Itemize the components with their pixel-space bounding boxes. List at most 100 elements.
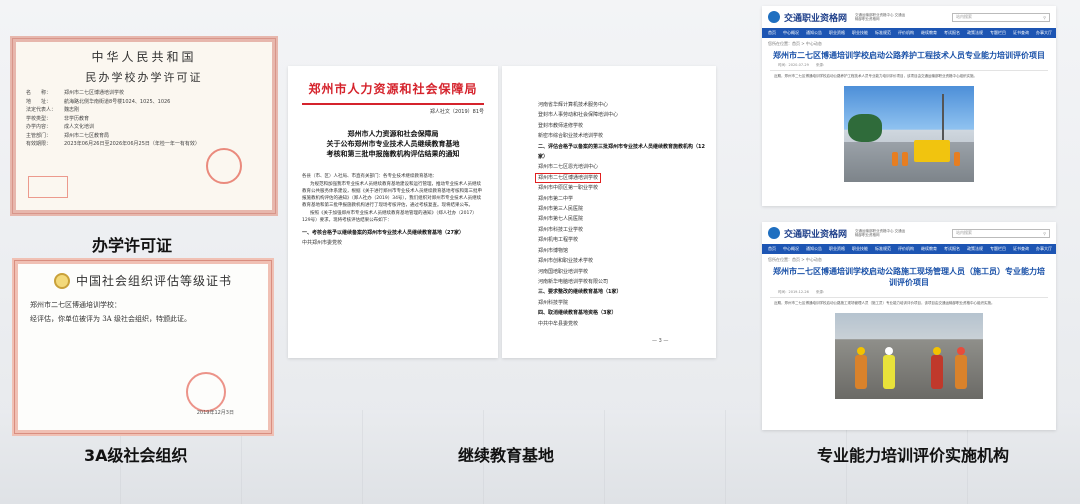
permit-row: 名 称： 郑州市二七区博通培训学校: [26, 89, 262, 98]
tree-shape: [848, 114, 882, 142]
search-placeholder: 站内搜索: [956, 230, 972, 235]
worker-shape: [955, 355, 967, 389]
nav-item[interactable]: 职业资格: [829, 246, 845, 252]
notice-section-heading: 一、考核合格予以继续备案的郑州市专业技术人员继续教育基地（27家）: [302, 230, 464, 236]
site-brand: 交通职业资格网: [784, 229, 848, 240]
permit-row-label: 有效期限：: [26, 141, 52, 147]
nav-item[interactable]: 政策法规: [967, 246, 983, 252]
notice-paragraph: 按照《关于加强郑州市专业技术人员继续教育基地管理的通知》（郑人社办（2017）1…: [302, 211, 477, 223]
list-item: 郑州市创和职业技术学校: [538, 256, 706, 266]
page-number: — 3 —: [652, 338, 669, 344]
permit-row-value: 2023年06月26日至2026年06月25日（年检一年一有有效）: [64, 141, 200, 147]
list-item-text: 郑州市中原区第一职业学校: [538, 185, 599, 192]
list-item-text: 郑州市第二中学: [538, 195, 574, 202]
list-item-text: 郑州市第七人民医院: [538, 216, 584, 223]
breadcrumb: 您所在位置：首页 > 中心动态: [768, 257, 822, 262]
nav-item[interactable]: 继续教育: [921, 30, 937, 36]
worker-shape: [902, 152, 908, 166]
permit-row-value: 成人文化培训: [64, 124, 95, 130]
nav-item[interactable]: 政策法规: [967, 30, 983, 36]
article-meta: 时间：2020-07-29 来源：: [770, 61, 1048, 71]
list-item: 河南省华辉计算机技术服务中心: [538, 100, 706, 110]
nav-item[interactable]: 中心概况: [783, 246, 799, 252]
nav-item[interactable]: 职业技能: [852, 246, 868, 252]
list-section-heading: 四、取消继续教育基地资格（3家）: [538, 308, 706, 318]
permit-row: 地 址： 航海路北侧华南街道8号楼1024、1025、1026: [26, 98, 262, 107]
notice-doc-number: 郑人社文（2019）81号: [429, 109, 484, 115]
web-article-maintenance: 交通职业资格网 交通运输部职业资格中心 交通运输部职业资格网 站内搜索 ⚲ 首页…: [762, 6, 1056, 206]
article-meta: 时间：2019-12-26 来源：: [770, 288, 1048, 298]
red-seal-icon: [206, 148, 242, 184]
list-item: 郑州市二七区博通培训学校: [535, 172, 706, 183]
nav-item[interactable]: 继续教育: [921, 246, 937, 252]
article-paragraph: 近期，郑州市二七区博通培训学校启动公路施工现场管理人员（施工员）专业能力培训评价…: [774, 301, 995, 305]
list-item-text: 中共中牟县委党校: [538, 320, 579, 327]
nav-item[interactable]: 职业技能: [852, 30, 868, 36]
cert3a-date: 2019年12月3日: [196, 410, 234, 416]
caption-permit: 办学许可证: [92, 236, 173, 255]
permit-row-label: 学校类型：: [26, 115, 52, 122]
nav-item[interactable]: 专题栏目: [990, 30, 1006, 36]
nav-item[interactable]: 评价机构: [898, 30, 914, 36]
notice-paragraph: 为规范和加强我市专业技术人员继续教育基地建设和运行管理，推动专业技术人员继续教育…: [302, 182, 482, 208]
caption-social-org: 3A级社会组织: [84, 446, 188, 465]
3a-social-org-certificate: 中国社会组织评估等级证书 郑州市二七区博通培训学校： 经评估，你单位被评为 3A…: [12, 258, 274, 436]
list-section-heading: 二、评估合格予以备案的第三批郑州市专业技术人员继续教育施教机构（12家）: [538, 142, 706, 163]
list-item: 郑州市中原区第一职业学校: [538, 183, 706, 193]
list-item: 郑州科技学院: [538, 298, 706, 308]
nav-item[interactable]: 首页: [768, 246, 776, 252]
worker-shape: [855, 355, 867, 389]
nav-item[interactable]: 证书查询: [1013, 246, 1029, 252]
permit-rows: 名 称： 郑州市二七区博通培训学校地 址： 航海路北侧华南街道8号楼1024、102…: [26, 89, 262, 149]
truck-shape: [914, 140, 950, 162]
nav-item[interactable]: 通知公告: [806, 30, 822, 36]
permit-row-label: 名 称：: [26, 90, 52, 96]
permit-row: 办学内容： 成人文化培训: [26, 123, 262, 132]
nav-item[interactable]: 标准规范: [875, 30, 891, 36]
nav-item[interactable]: 考试报名: [944, 246, 960, 252]
school-permit-certificate: 中华人民共和国 民办学校办学许可证 名 称： 郑州市二七区博通培训学校地 址： 航海…: [10, 36, 278, 216]
list-item-text: 四、取消继续教育基地资格（3家）: [538, 310, 617, 317]
notice-paragraph: 各县（市、区）人社局、市直有关部门：各专业技术继续教育基地：: [302, 174, 437, 179]
nav-item[interactable]: 职业资格: [829, 30, 845, 36]
nav-item[interactable]: 首页: [768, 30, 776, 36]
notice-title-line: 郑州市人力资源和社会保障局: [347, 129, 439, 138]
nav-item[interactable]: 通知公告: [806, 246, 822, 252]
nav-item[interactable]: 标准规范: [875, 246, 891, 252]
nav-item[interactable]: 办事大厅: [1036, 30, 1052, 36]
list-item: 登封市教师进修学校: [538, 121, 706, 131]
institution-list-document: 河南省华辉计算机技术服务中心 登封市人事劳动和社会保障培训中心 登封市教师进修学校新…: [502, 66, 716, 358]
permit-row-label: 办学内容：: [26, 124, 52, 130]
list-item-text: 郑州市创和职业技术学校: [538, 258, 594, 265]
list-item: 新密市综合职业技术培训学校: [538, 131, 706, 141]
nav-item[interactable]: 中心概况: [783, 30, 799, 36]
search-icon[interactable]: ⚲: [1043, 231, 1046, 236]
nav-item[interactable]: 专题栏目: [990, 246, 1006, 252]
permit-row-label: 主管部门：: [26, 132, 52, 139]
permit-title-country: 中华人民共和国: [91, 50, 197, 64]
list-item: 郑州市第七人民医院: [538, 214, 706, 224]
nav-item[interactable]: 考试报名: [944, 30, 960, 36]
search-input[interactable]: 站内搜索 ⚲: [952, 12, 1050, 22]
list-item: 郑州市第三人民医院: [538, 204, 706, 214]
nav-item[interactable]: 办事大厅: [1036, 246, 1052, 252]
list-item: 郑州市博物馆: [538, 246, 706, 256]
permit-row-value: 航海路北侧华南街道8号楼1024、1025、1026: [64, 98, 171, 105]
caption-institution: 专业能力培训评价实施机构: [817, 446, 1010, 465]
permit-title: 民办学校办学许可证: [85, 71, 203, 84]
permit-row-label: 地 址：: [26, 98, 52, 105]
search-icon[interactable]: ⚲: [1043, 15, 1046, 20]
nav-item[interactable]: 证书查询: [1013, 30, 1029, 36]
site-header: 交通职业资格网 交通运输部职业资格中心 交通运输部职业资格网 站内搜索 ⚲: [762, 6, 1056, 28]
list-item: 郑州机电工程学校: [538, 235, 706, 245]
site-header: 交通职业资格网 交通运输部职业资格中心 交通运输部职业资格网 站内搜索 ⚲: [762, 222, 1056, 244]
nav-item[interactable]: 评价机构: [898, 246, 914, 252]
list-item-text: 登封市教师进修学校: [538, 122, 584, 129]
site-nav: 首页 中心概况 通知公告 职业资格 职业技能 标准规范 评价机构 继续教育 考试报名 政策法规 专题…: [762, 28, 1056, 38]
permit-row-value: 郑州市二七区教育局: [64, 132, 110, 139]
list-item-text: 登封市人事劳动和社会保障培训中心: [538, 112, 619, 119]
notice-title-line: 考核和第三批申报施教机构评估结果的通知: [326, 149, 460, 158]
list-item-text: 郑州机电工程学校: [538, 237, 579, 244]
search-input[interactable]: 站内搜索 ⚲: [952, 228, 1050, 238]
site-brand: 交通职业资格网: [784, 13, 848, 24]
